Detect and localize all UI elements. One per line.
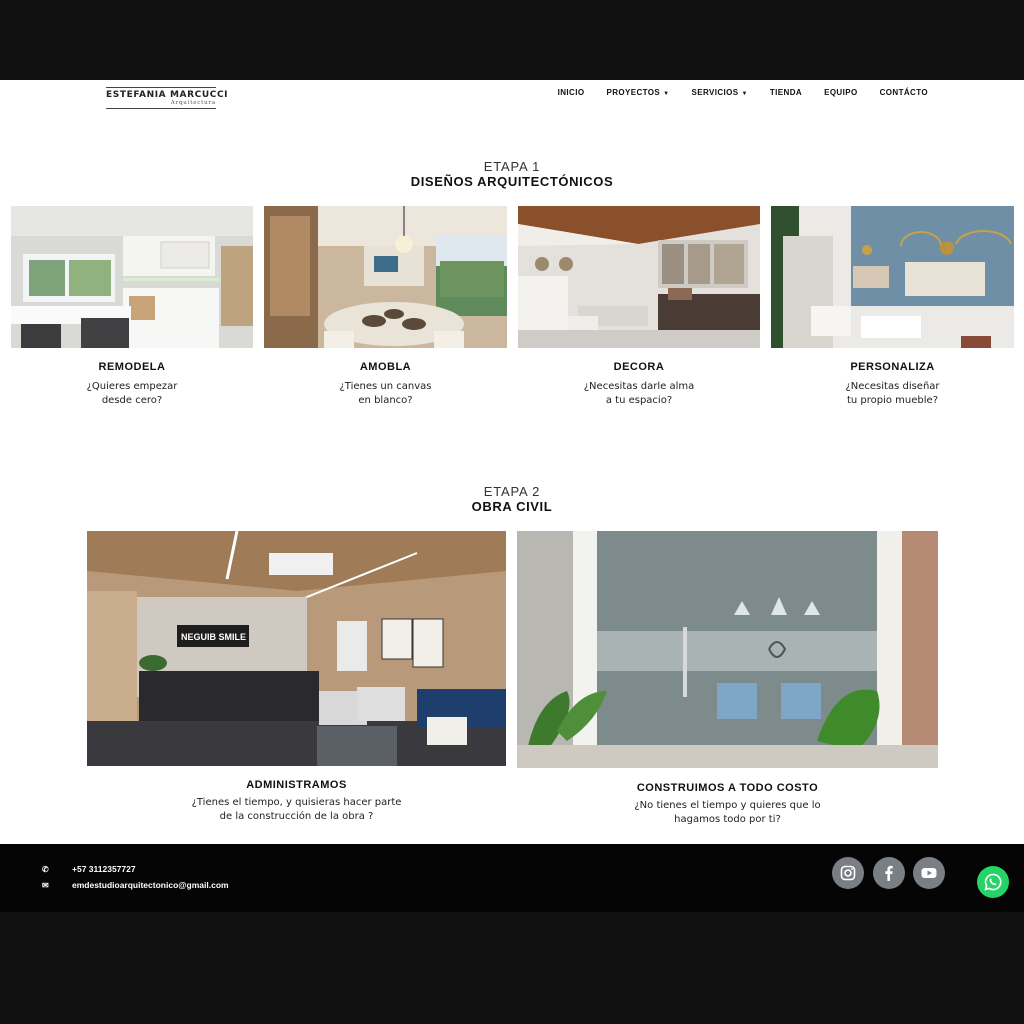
card-title: REMODELA [98, 361, 166, 373]
card-description: ¿Quieres empezar desde cero? [86, 381, 178, 406]
card-administramos[interactable]: NEGUIB SMILE ADMINISTRAMOS ¿Tienes el ti… [87, 531, 506, 831]
card-personaliza[interactable]: PERSONALIZA ¿Necesitas diseñar tu propio… [771, 206, 1014, 416]
card-description: ¿Necesitas diseñar tu propio mueble? [845, 381, 940, 406]
nav-contacto[interactable]: CONTÁCTO [880, 88, 928, 97]
living-room-image [518, 206, 760, 348]
phone-number: +57 3112357727 [72, 864, 136, 874]
dining-room-image [264, 206, 507, 348]
card-title: DECORA [613, 361, 665, 373]
logo-subtitle: Arquitectura [106, 100, 216, 109]
card-remodela[interactable]: REMODELA ¿Quieres empezar desde cero? [11, 206, 253, 416]
nav-label: CONTÁCTO [879, 88, 928, 97]
stage2-title: OBRA CIVIL [471, 499, 553, 514]
clinic-reception-image: NEGUIB SMILE [87, 531, 506, 766]
instagram-icon [840, 865, 856, 881]
card-description: ¿Tienes el tiempo, y quisieras hacer par… [191, 797, 402, 822]
stage1-heading: ETAPA 1 DISEÑOS ARQUITECTÓNICOS [0, 159, 1024, 189]
logo-brand: ESTEFANIA MARCUCCI [106, 87, 228, 100]
page-content: ESTEFANIA MARCUCCI Arquitectura INICIO P… [0, 80, 1024, 844]
card-title: CONSTRUIMOS A TODO COSTO [636, 782, 819, 794]
card-description: ¿Necesitas darle alma a tu espacio? [583, 381, 695, 406]
card-description: ¿No tienes el tiempo y quieres que lo ha… [634, 800, 821, 825]
stage1-title: DISEÑOS ARQUITECTÓNICOS [410, 174, 614, 189]
kitchen-image [11, 206, 253, 348]
nav-inicio[interactable]: INICIO [558, 88, 585, 97]
card-title: PERSONALIZA [850, 361, 935, 373]
phone-icon: ✆ [42, 865, 49, 874]
caret-down-icon: ▼ [741, 91, 748, 97]
youtube-icon [921, 868, 937, 878]
nav-label: SERVICIOS [691, 88, 739, 97]
sign-text: NEGUIB SMILE [181, 632, 246, 642]
footer-email[interactable]: ✉ emdestudioarquitectonico@gmail.com [42, 880, 229, 890]
stage1-label: ETAPA 1 [483, 159, 541, 174]
caret-down-icon: ▼ [663, 91, 670, 97]
footer-phone[interactable]: ✆ +57 3112357727 [42, 864, 136, 874]
card-title: AMOBLA [359, 361, 412, 373]
instagram-button[interactable] [832, 857, 864, 889]
main-nav: INICIO PROYECTOS ▼ SERVICIOS ▼ TIENDA EQUI… [536, 88, 928, 97]
facebook-button[interactable] [873, 857, 905, 889]
card-description: ¿Tienes un canvas en blanco? [339, 381, 432, 406]
youtube-button[interactable] [913, 857, 945, 889]
nav-proyectos[interactable]: PROYECTOS ▼ [606, 88, 669, 97]
nav-label: INICIO [557, 88, 585, 97]
stage2-heading: ETAPA 2 OBRA CIVIL [0, 484, 1024, 514]
site-logo[interactable]: ESTEFANIA MARCUCCI Arquitectura [106, 87, 228, 111]
whatsapp-button[interactable] [977, 866, 1009, 898]
nav-label: PROYECTOS [606, 88, 661, 97]
stage2-label: ETAPA 2 [483, 484, 541, 499]
envelope-icon: ✉ [42, 881, 49, 890]
card-amobla[interactable]: AMOBLA ¿Tienes un canvas en blanco? [264, 206, 507, 416]
whatsapp-icon [984, 873, 1002, 891]
top-frame [0, 0, 1024, 80]
nav-equipo[interactable]: EQUIPO [824, 88, 858, 97]
nav-tienda[interactable]: TIENDA [770, 88, 802, 97]
email-address: emdestudioarquitectonico@gmail.com [72, 880, 229, 890]
nav-servicios[interactable]: SERVICIOS ▼ [692, 88, 748, 97]
salon-image [771, 206, 1014, 348]
card-decora[interactable]: DECORA ¿Necesitas darle alma a tu espaci… [518, 206, 760, 416]
facebook-icon [885, 865, 893, 881]
nav-label: EQUIPO [824, 88, 858, 97]
card-construimos[interactable]: CONSTRUIMOS A TODO COSTO ¿No tienes el t… [517, 531, 938, 831]
nav-label: TIENDA [769, 88, 803, 97]
glass-storefront-image [517, 531, 938, 768]
site-footer: ✆ +57 3112357727 ✉ emdestudioarquitectonic… [0, 844, 1024, 912]
card-title: ADMINISTRAMOS [246, 779, 347, 791]
